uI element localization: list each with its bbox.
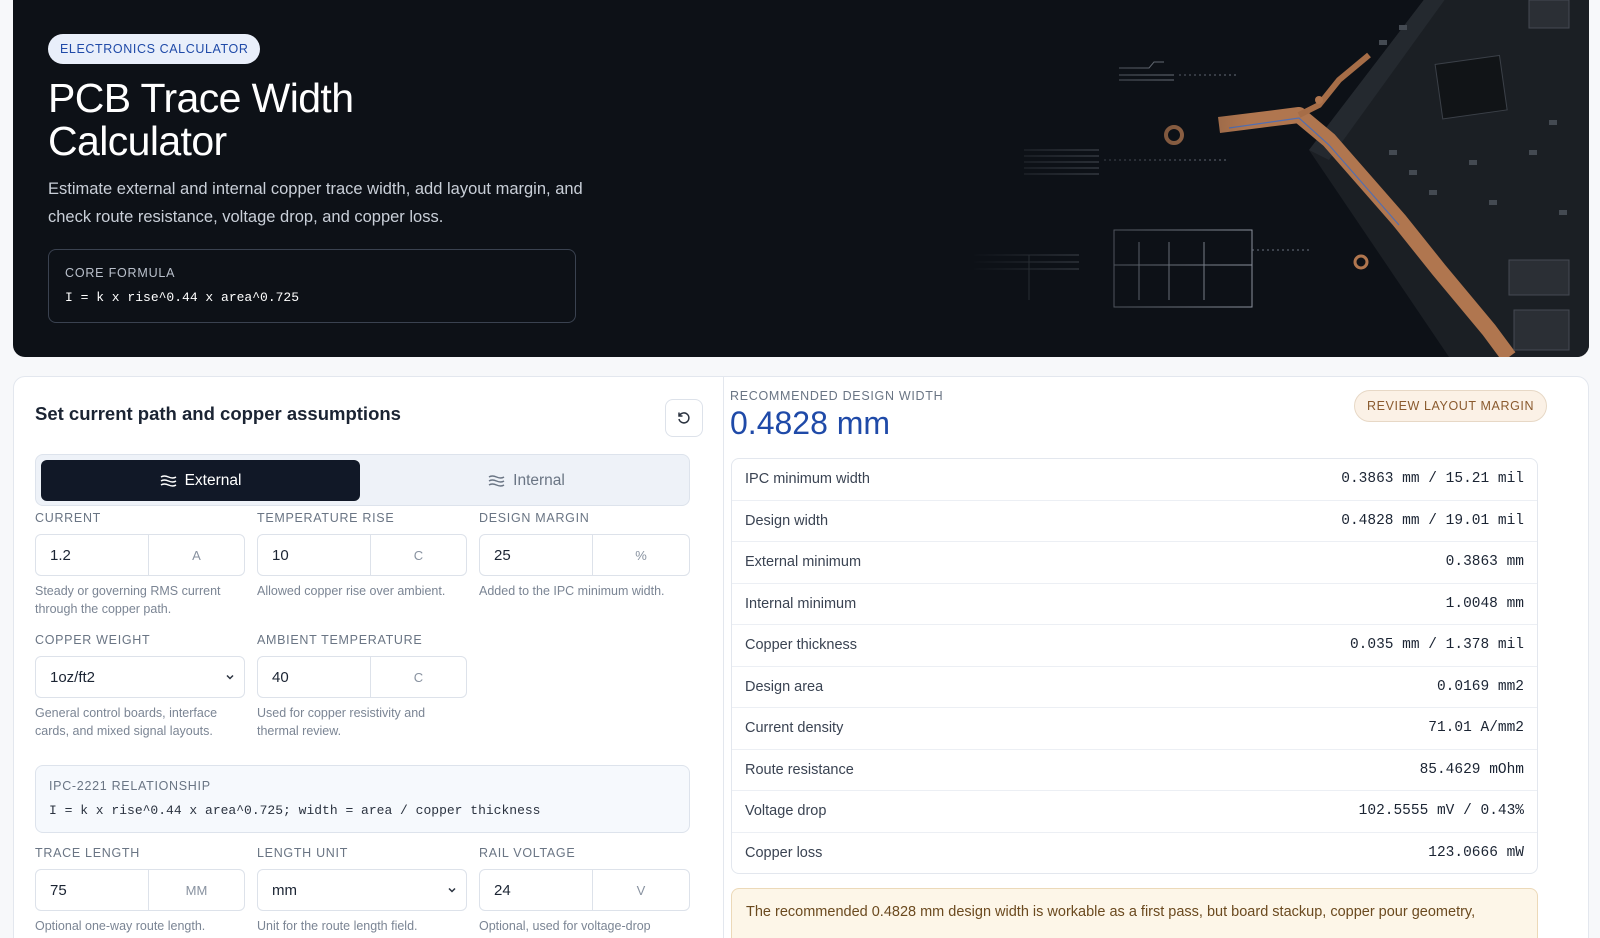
- external-layer-option[interactable]: External: [41, 460, 360, 501]
- copper-weight-value: 1oz/ft2: [50, 668, 96, 686]
- current-help: Steady or governing RMS current through …: [35, 584, 221, 616]
- chevron-down-icon: [448, 887, 456, 893]
- rail-voltage-unit: V: [592, 870, 689, 910]
- table-row: Copper loss 123.0666 mW: [732, 833, 1537, 874]
- core-formula-label: CORE FORMULA: [65, 266, 176, 280]
- row-label: Current density: [745, 720, 844, 737]
- row-label: Design width: [745, 512, 829, 529]
- length-unit-label: LENGTH UNIT: [257, 846, 349, 860]
- row-label: Route resistance: [745, 761, 854, 778]
- row-value: 0.4828 mm / 19.01 mil: [1341, 512, 1524, 529]
- design-margin-help: Added to the IPC minimum width.: [479, 584, 665, 598]
- row-label: IPC minimum width: [745, 471, 870, 488]
- ambient-temperature-field: C: [257, 656, 467, 698]
- temperature-rise-help: Allowed copper rise over ambient.: [257, 584, 446, 598]
- ipc-relationship-box: IPC-2221 RELATIONSHIP I = k x rise^0.44 …: [35, 765, 690, 833]
- design-margin-input[interactable]: [480, 535, 592, 575]
- row-label: Copper thickness: [745, 637, 858, 654]
- recommended-width-label: RECOMMENDED DESIGN WIDTH: [730, 389, 944, 403]
- layer-toggle: External Internal: [35, 454, 690, 506]
- table-row: External minimum 0.3863 mm: [732, 542, 1537, 584]
- row-value: 0.3863 mm: [1445, 554, 1524, 571]
- row-value: 102.5555 mV / 0.43%: [1358, 803, 1524, 820]
- trace-length-label: TRACE LENGTH: [35, 846, 140, 860]
- inputs-panel-title: Set current path and copper assumptions: [35, 403, 401, 424]
- rail-voltage-help: Optional, used for voltage-drop: [479, 919, 651, 933]
- current-field: A: [35, 534, 245, 576]
- current-label: CURRENT: [35, 511, 102, 525]
- temperature-rise-field: C: [257, 534, 467, 576]
- length-unit-select[interactable]: mm: [257, 869, 467, 911]
- table-row: Copper thickness 0.035 mm / 1.378 mil: [732, 625, 1537, 667]
- chevron-down-icon: [226, 674, 234, 680]
- table-row: Voltage drop 102.5555 mV / 0.43%: [732, 791, 1537, 833]
- row-value: 123.0666 mW: [1428, 845, 1524, 862]
- row-value: 0.0169 mm2: [1436, 678, 1524, 695]
- table-row: IPC minimum width 0.3863 mm / 15.21 mil: [732, 459, 1537, 501]
- length-unit-value: mm: [272, 881, 297, 899]
- ambient-temperature-label: AMBIENT TEMPERATURE: [257, 633, 423, 647]
- ipc-relationship-label: IPC-2221 RELATIONSHIP: [49, 779, 211, 793]
- row-value: 0.035 mm / 1.378 mil: [1349, 637, 1524, 654]
- table-row: Route resistance 85.4629 mOhm: [732, 750, 1537, 791]
- current-input[interactable]: [36, 535, 148, 575]
- rail-voltage-field: V: [479, 869, 690, 911]
- pcb-illustration: [969, 0, 1589, 357]
- trace-length-input[interactable]: [36, 870, 148, 910]
- ambient-temperature-input[interactable]: [258, 657, 370, 697]
- row-value: 85.4629 mOhm: [1419, 761, 1524, 778]
- table-row: Current density 71.01 A/mm2: [732, 708, 1537, 750]
- page-subtitle: Estimate external and internal copper tr…: [48, 180, 583, 226]
- results-table: IPC minimum width 0.3863 mm / 15.21 mil D…: [731, 458, 1538, 874]
- row-value: 1.0048 mm: [1445, 595, 1524, 612]
- rail-voltage-input[interactable]: [480, 870, 592, 910]
- table-row: Design area 0.0169 mm2: [732, 667, 1537, 708]
- copper-weight-help: General control boards, interface cards,…: [35, 706, 218, 738]
- recommendation-notice: The recommended 0.4828 mm design width i…: [731, 888, 1538, 938]
- temperature-rise-input[interactable]: [258, 535, 370, 575]
- ambient-temperature-unit: C: [370, 657, 466, 697]
- reset-button[interactable]: [665, 399, 703, 437]
- core-formula: I = k x rise^0.44 x area^0.725: [65, 290, 300, 305]
- design-margin-field: %: [479, 534, 690, 576]
- category-badge: ELECTRONICS CALCULATOR: [48, 34, 261, 64]
- internal-layer-label: Internal: [513, 471, 565, 489]
- row-value: 71.01 A/mm2: [1428, 720, 1524, 737]
- recommended-width-value: 0.4828 mm: [730, 405, 891, 441]
- design-margin-unit: %: [592, 535, 689, 575]
- copper-weight-label: COPPER WEIGHT: [35, 633, 151, 647]
- refresh-icon: [678, 412, 690, 424]
- row-label: External minimum: [745, 554, 862, 571]
- temperature-rise-unit: C: [370, 535, 466, 575]
- ipc-relationship-formula: I = k x rise^0.44 x area^0.725; width = …: [49, 803, 541, 818]
- calculator-card: Set current path and copper assumptions …: [13, 376, 1589, 938]
- row-value: 0.3863 mm / 15.21 mil: [1341, 471, 1524, 488]
- layers-icon: [160, 474, 176, 487]
- external-layer-label: External: [184, 471, 242, 489]
- trace-length-unit: MM: [148, 870, 244, 910]
- hero-banner: ELECTRONICS CALCULATOR PCB Trace Width C…: [13, 0, 1589, 357]
- page-title: PCB Trace Width Calculator: [48, 75, 354, 164]
- copper-weight-select[interactable]: 1oz/ft2: [35, 656, 245, 698]
- inputs-panel: Set current path and copper assumptions …: [14, 377, 724, 938]
- rail-voltage-label: RAIL VOLTAGE: [479, 846, 576, 860]
- row-label: Voltage drop: [745, 803, 827, 820]
- length-unit-help: Unit for the route length field.: [257, 919, 418, 933]
- row-label: Copper loss: [745, 845, 823, 862]
- row-label: Design area: [745, 678, 824, 695]
- status-badge: REVIEW LAYOUT MARGIN: [1354, 390, 1548, 422]
- table-row: Internal minimum 1.0048 mm: [732, 584, 1537, 625]
- trace-length-help: Optional one-way route length.: [35, 919, 206, 933]
- internal-layer-option[interactable]: Internal: [367, 460, 686, 501]
- temperature-rise-label: TEMPERATURE RISE: [257, 511, 395, 525]
- core-formula-box: CORE FORMULA I = k x rise^0.44 x area^0.…: [48, 249, 576, 323]
- row-label: Internal minimum: [745, 595, 857, 612]
- design-margin-label: DESIGN MARGIN: [479, 511, 590, 525]
- layers-icon: [488, 474, 505, 487]
- ambient-temperature-help: Used for copper resistivity and thermal …: [257, 706, 426, 738]
- current-unit: A: [148, 535, 244, 575]
- trace-length-field: MM: [35, 869, 245, 911]
- table-row: Design width 0.4828 mm / 19.01 mil: [732, 501, 1537, 542]
